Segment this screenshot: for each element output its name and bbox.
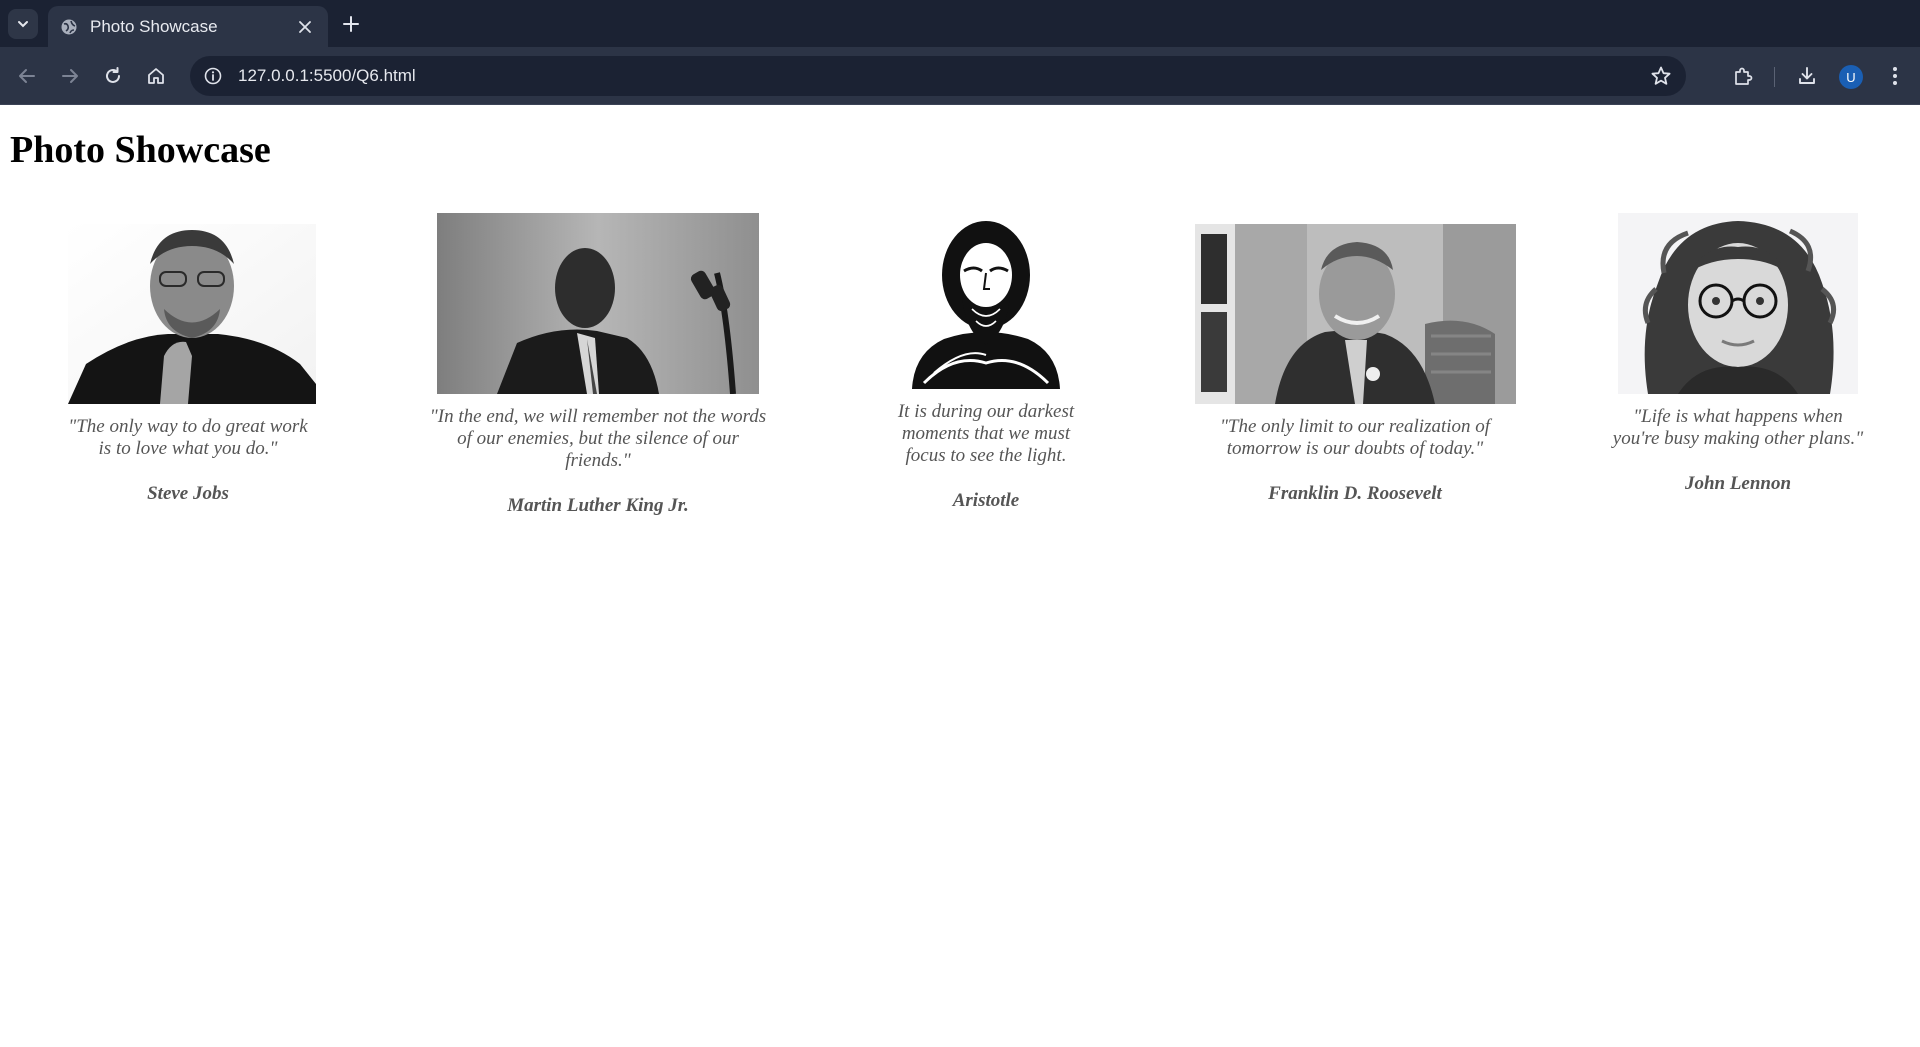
browser-menu-button[interactable] <box>1880 61 1910 91</box>
quote-card: It is during our darkest moments that we… <box>883 213 1089 512</box>
kebab-menu-icon <box>1893 67 1897 85</box>
portrait-photo-steve-jobs <box>68 224 316 404</box>
tab-strip: Photo Showcase <box>0 0 1920 47</box>
portrait-illustration-aristotle <box>904 213 1068 389</box>
reload-button[interactable] <box>98 61 128 91</box>
bookmark-star-icon[interactable] <box>1650 65 1672 87</box>
portrait-photo-john-lennon <box>1618 213 1858 394</box>
quote-card: "The only way to do great work is to lov… <box>68 224 316 505</box>
arrow-right-icon <box>62 69 78 83</box>
puzzle-icon <box>1735 67 1753 85</box>
close-tab-button[interactable] <box>294 16 316 38</box>
downloads-button[interactable] <box>1792 61 1822 91</box>
browser-chrome: Photo Showcase 127.0.0.1:5500/Q6.html U <box>0 0 1920 105</box>
toolbar-divider <box>1774 67 1775 87</box>
quote-author: Aristotle <box>952 490 1020 511</box>
page-title: Photo Showcase <box>10 129 271 171</box>
quote-author: Martin Luther King Jr. <box>507 495 689 516</box>
new-tab-button[interactable] <box>338 11 364 37</box>
quote-author: Steve Jobs <box>147 483 229 504</box>
portrait-photo-franklin-d-roosevelt <box>1194 224 1516 404</box>
extensions-button[interactable] <box>1728 61 1758 91</box>
quote-text: "In the end, we will remember not the wo… <box>429 406 767 471</box>
home-button[interactable] <box>141 61 171 91</box>
tab-search-button[interactable] <box>8 9 38 39</box>
address-bar[interactable]: 127.0.0.1:5500/Q6.html <box>190 56 1686 96</box>
arrow-left-icon <box>19 69 35 83</box>
site-info-icon[interactable] <box>202 65 224 87</box>
quote-card: "Life is what happens when you're busy m… <box>1612 213 1864 495</box>
reload-icon <box>106 67 120 83</box>
tab-active[interactable]: Photo Showcase <box>48 6 328 47</box>
home-icon <box>148 68 164 84</box>
globe-icon <box>60 18 78 36</box>
quote-card: "In the end, we will remember not the wo… <box>425 213 771 517</box>
portrait-photo-martin-luther-king-jr <box>437 213 759 394</box>
url-text: 127.0.0.1:5500/Q6.html <box>238 66 416 85</box>
chevron-down-icon <box>18 21 28 28</box>
quote-author: Franklin D. Roosevelt <box>1268 483 1442 504</box>
back-button[interactable] <box>12 61 42 91</box>
quote-text: "The only limit to our realization of to… <box>1219 416 1491 459</box>
profile-avatar[interactable]: U <box>1839 65 1863 89</box>
close-icon <box>299 20 311 33</box>
forward-button[interactable] <box>55 61 85 91</box>
download-icon <box>1799 67 1815 84</box>
page-content: Photo Showcase "The only way to do great… <box>0 105 1920 1047</box>
tab-title: Photo Showcase <box>90 16 218 36</box>
quote-card: "The only limit to our realization of to… <box>1194 224 1516 505</box>
browser-toolbar: 127.0.0.1:5500/Q6.html U <box>0 47 1920 105</box>
plus-icon <box>343 16 359 32</box>
quote-author: John Lennon <box>1684 473 1792 494</box>
quote-text: "Life is what happens when you're busy m… <box>1612 406 1864 449</box>
quote-text: "The only way to do great work is to lov… <box>68 416 308 459</box>
quote-text: It is during our darkest moments that we… <box>897 401 1075 466</box>
